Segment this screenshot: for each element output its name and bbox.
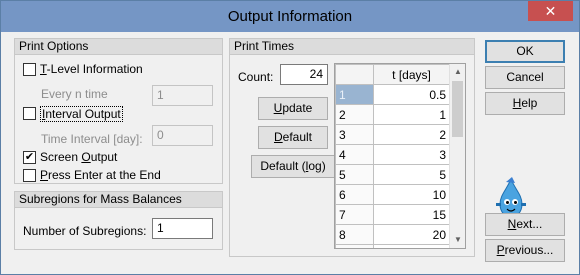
grid-vertical-scrollbar[interactable]: ▲ ▼ xyxy=(449,64,465,248)
t-days-column-header: t [days] xyxy=(373,64,450,85)
cancel-button[interactable]: Cancel xyxy=(485,66,565,89)
check-icon: ✔ xyxy=(24,151,35,163)
print-times-group: Print Times Count: 24 Update Default Def… xyxy=(229,38,475,257)
dialog-client-area: Print Options T-Level Information Every … xyxy=(8,32,572,269)
help-button[interactable]: Help xyxy=(485,92,565,115)
row-index: 1 xyxy=(335,84,374,105)
press-enter-checkbox[interactable] xyxy=(23,169,36,182)
table-row[interactable]: 7 15 xyxy=(335,204,450,225)
ok-button[interactable]: OK xyxy=(485,40,565,63)
dialog-title: Output Information xyxy=(227,8,353,25)
screen-output-label: Screen Output xyxy=(40,150,118,164)
t-level-information-label: T-Level Information xyxy=(40,62,143,76)
every-n-time-field[interactable]: 1 xyxy=(152,85,213,106)
row-index: 8 xyxy=(335,224,374,245)
print-times-header: Print Times xyxy=(230,39,474,55)
t-level-information-checkbox[interactable] xyxy=(23,63,36,76)
table-row[interactable]: 8 20 xyxy=(335,224,450,245)
scroll-thumb[interactable] xyxy=(452,81,463,137)
close-button[interactable]: ✕ xyxy=(528,1,573,21)
table-row[interactable]: 21 xyxy=(335,104,450,125)
count-field[interactable]: 24 xyxy=(280,64,328,85)
subregions-header: Subregions for Mass Balances xyxy=(15,192,222,208)
table-row[interactable]: 32 xyxy=(335,124,450,145)
row-index: 4 xyxy=(335,144,374,165)
count-label: Count: xyxy=(238,70,274,84)
row-index: 5 xyxy=(335,164,374,185)
table-row[interactable]: 1 0.5 xyxy=(335,84,450,105)
time-interval-field[interactable]: 0 xyxy=(152,125,213,146)
row-value[interactable]: 1 xyxy=(373,104,450,125)
row-value[interactable]: 2 xyxy=(373,124,450,145)
screen-output-checkbox[interactable]: ✔ xyxy=(23,151,36,164)
press-enter-label: Press Enter at the End xyxy=(40,168,161,182)
table-row[interactable]: 6 10 xyxy=(335,184,450,205)
row-value[interactable]: 5 xyxy=(373,164,450,185)
scroll-up-arrow-icon[interactable]: ▲ xyxy=(450,64,465,80)
row-value[interactable]: 3 xyxy=(373,144,450,165)
update-button[interactable]: Update xyxy=(258,97,328,120)
print-options-group: Print Options T-Level Information Every … xyxy=(14,38,223,184)
interval-output-checkbox[interactable] xyxy=(23,107,36,120)
print-options-header: Print Options xyxy=(15,39,222,55)
table-row[interactable]: 55 xyxy=(335,164,450,185)
every-n-time-label: Every n time xyxy=(41,87,108,101)
subregions-group: Subregions for Mass Balances Number of S… xyxy=(14,191,223,250)
number-of-subregions-field[interactable]: 1 xyxy=(152,218,213,239)
title-bar: Output Information ✕ xyxy=(1,1,579,32)
table-row[interactable]: 43 xyxy=(335,144,450,165)
row-value[interactable]: 0.5 xyxy=(373,84,450,105)
time-interval-label: Time Interval [day]: xyxy=(41,132,143,146)
close-icon: ✕ xyxy=(544,3,557,19)
next-button[interactable]: Next... xyxy=(485,213,565,236)
row-value[interactable]: 15 xyxy=(373,204,450,225)
row-value[interactable]: 20 xyxy=(373,224,450,245)
row-index: 2 xyxy=(335,104,374,125)
output-information-dialog: Output Information ✕ Print Options T-Lev… xyxy=(0,0,580,275)
previous-button[interactable]: Previous... xyxy=(485,239,565,262)
number-of-subregions-label: Number of Subregions: xyxy=(23,224,147,238)
row-index: 6 xyxy=(335,184,374,205)
scroll-down-arrow-icon[interactable]: ▼ xyxy=(450,232,465,248)
table-row[interactable]: 925 xyxy=(335,244,450,248)
row-value[interactable]: 25 xyxy=(373,244,450,248)
default-button[interactable]: Default xyxy=(258,126,328,149)
grid-corner xyxy=(335,64,374,85)
default-log-button[interactable]: Default (log) xyxy=(251,155,335,178)
row-index: 9 xyxy=(335,244,374,248)
row-value[interactable]: 10 xyxy=(373,184,450,205)
print-times-grid[interactable]: t [days] 10.5 21 32 43 55 610 715 820 92… xyxy=(334,63,466,249)
row-index: 3 xyxy=(335,124,374,145)
row-index: 7 xyxy=(335,204,374,225)
interval-output-label: Interval Output xyxy=(40,106,123,122)
